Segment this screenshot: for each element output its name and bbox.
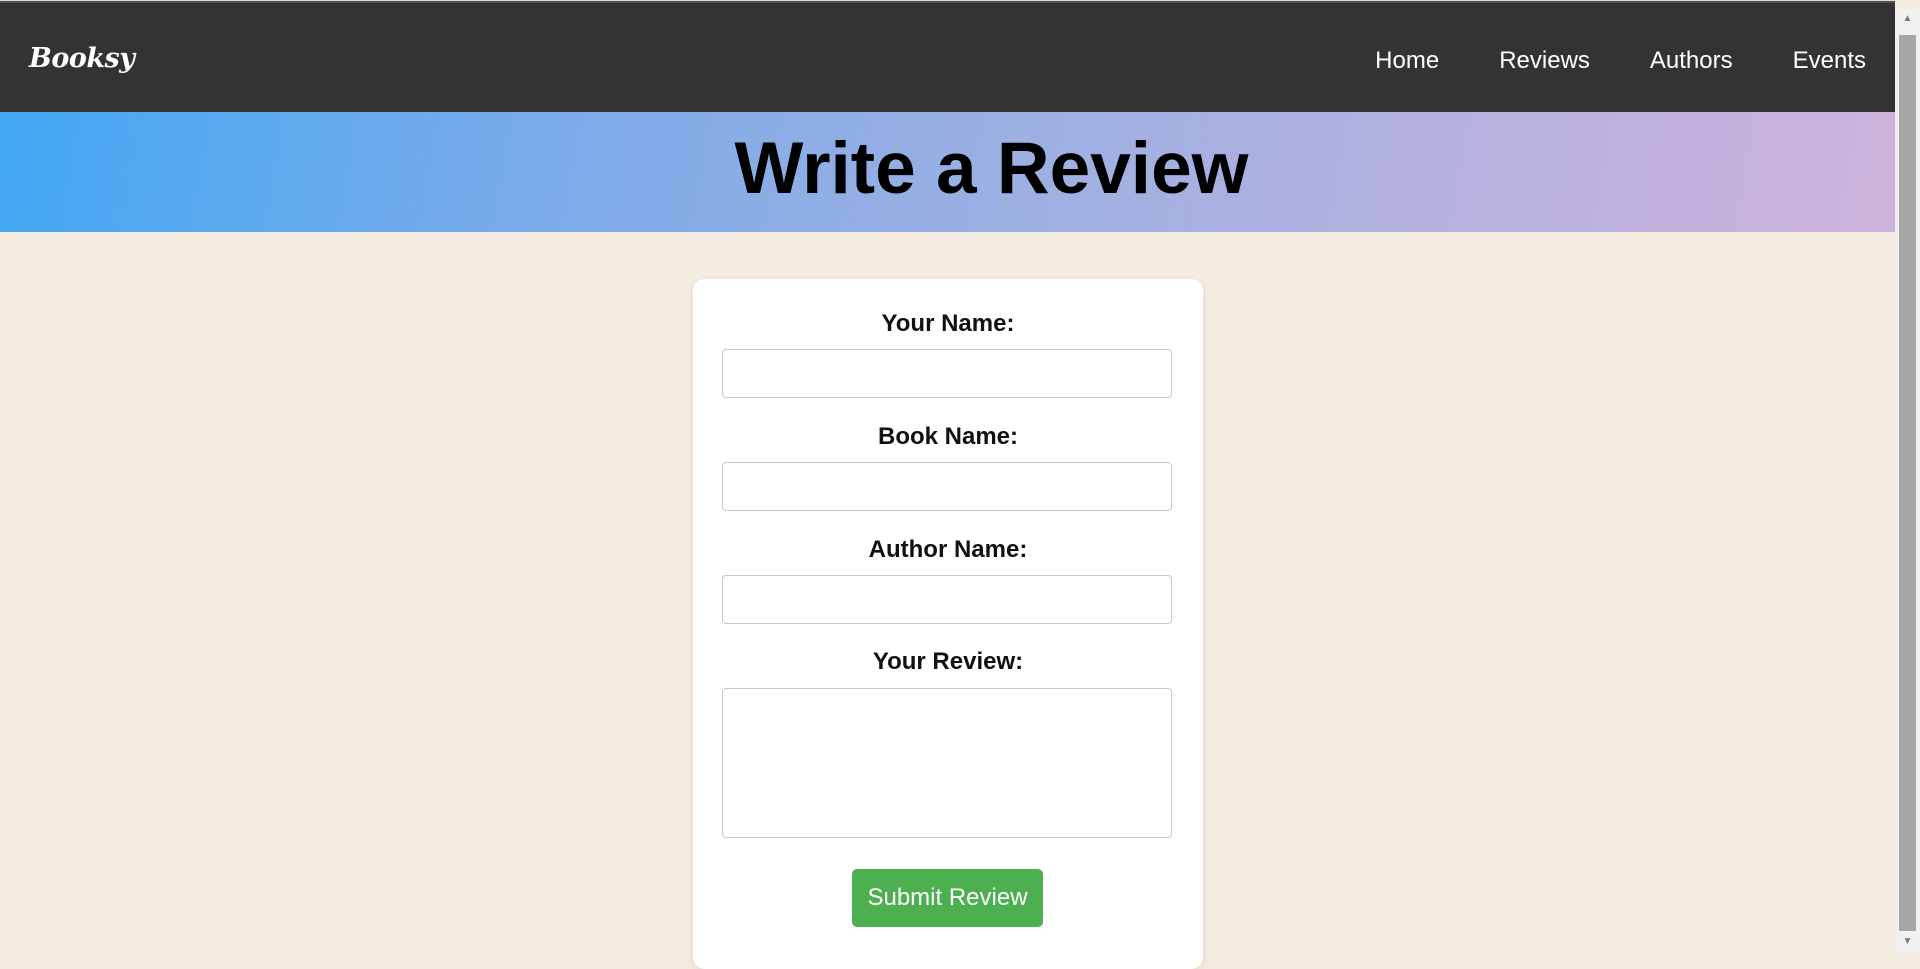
nav-link-authors[interactable]: Authors xyxy=(1650,47,1733,75)
nav-link-home[interactable]: Home xyxy=(1375,47,1439,75)
submit-review-button[interactable]: Submit Review xyxy=(852,869,1043,927)
nav-link-events[interactable]: Events xyxy=(1793,47,1866,75)
book-name-input[interactable] xyxy=(722,462,1172,511)
scroll-down-arrow-icon[interactable]: ▼ xyxy=(1895,932,1920,952)
your-review-textarea[interactable] xyxy=(722,688,1172,838)
your-name-input[interactable] xyxy=(722,349,1172,398)
author-name-input[interactable] xyxy=(722,575,1172,624)
vertical-scrollbar[interactable]: ▲ ▼ xyxy=(1895,9,1920,952)
nav-link-reviews[interactable]: Reviews xyxy=(1499,47,1590,75)
booksy-logo[interactable]: Booksy xyxy=(29,43,135,74)
page-title: Write a Review xyxy=(734,128,1249,209)
page-banner: Write a Review xyxy=(0,112,1895,232)
scrollbar-thumb[interactable] xyxy=(1899,35,1916,931)
your-name-label: Your Name: xyxy=(881,310,1015,337)
nav-links: Home Reviews Authors Events xyxy=(1315,9,1866,112)
scroll-up-arrow-icon[interactable]: ▲ xyxy=(1895,9,1920,29)
review-form: Your Name: Book Name: Author Name: Your … xyxy=(693,279,1203,969)
browser-top-edge xyxy=(0,0,1895,9)
navbar: Booksy Home Reviews Authors Events xyxy=(0,9,1895,112)
author-name-label: Author Name: xyxy=(868,536,1028,563)
your-review-label: Your Review: xyxy=(872,648,1024,675)
book-name-label: Book Name: xyxy=(877,423,1019,450)
